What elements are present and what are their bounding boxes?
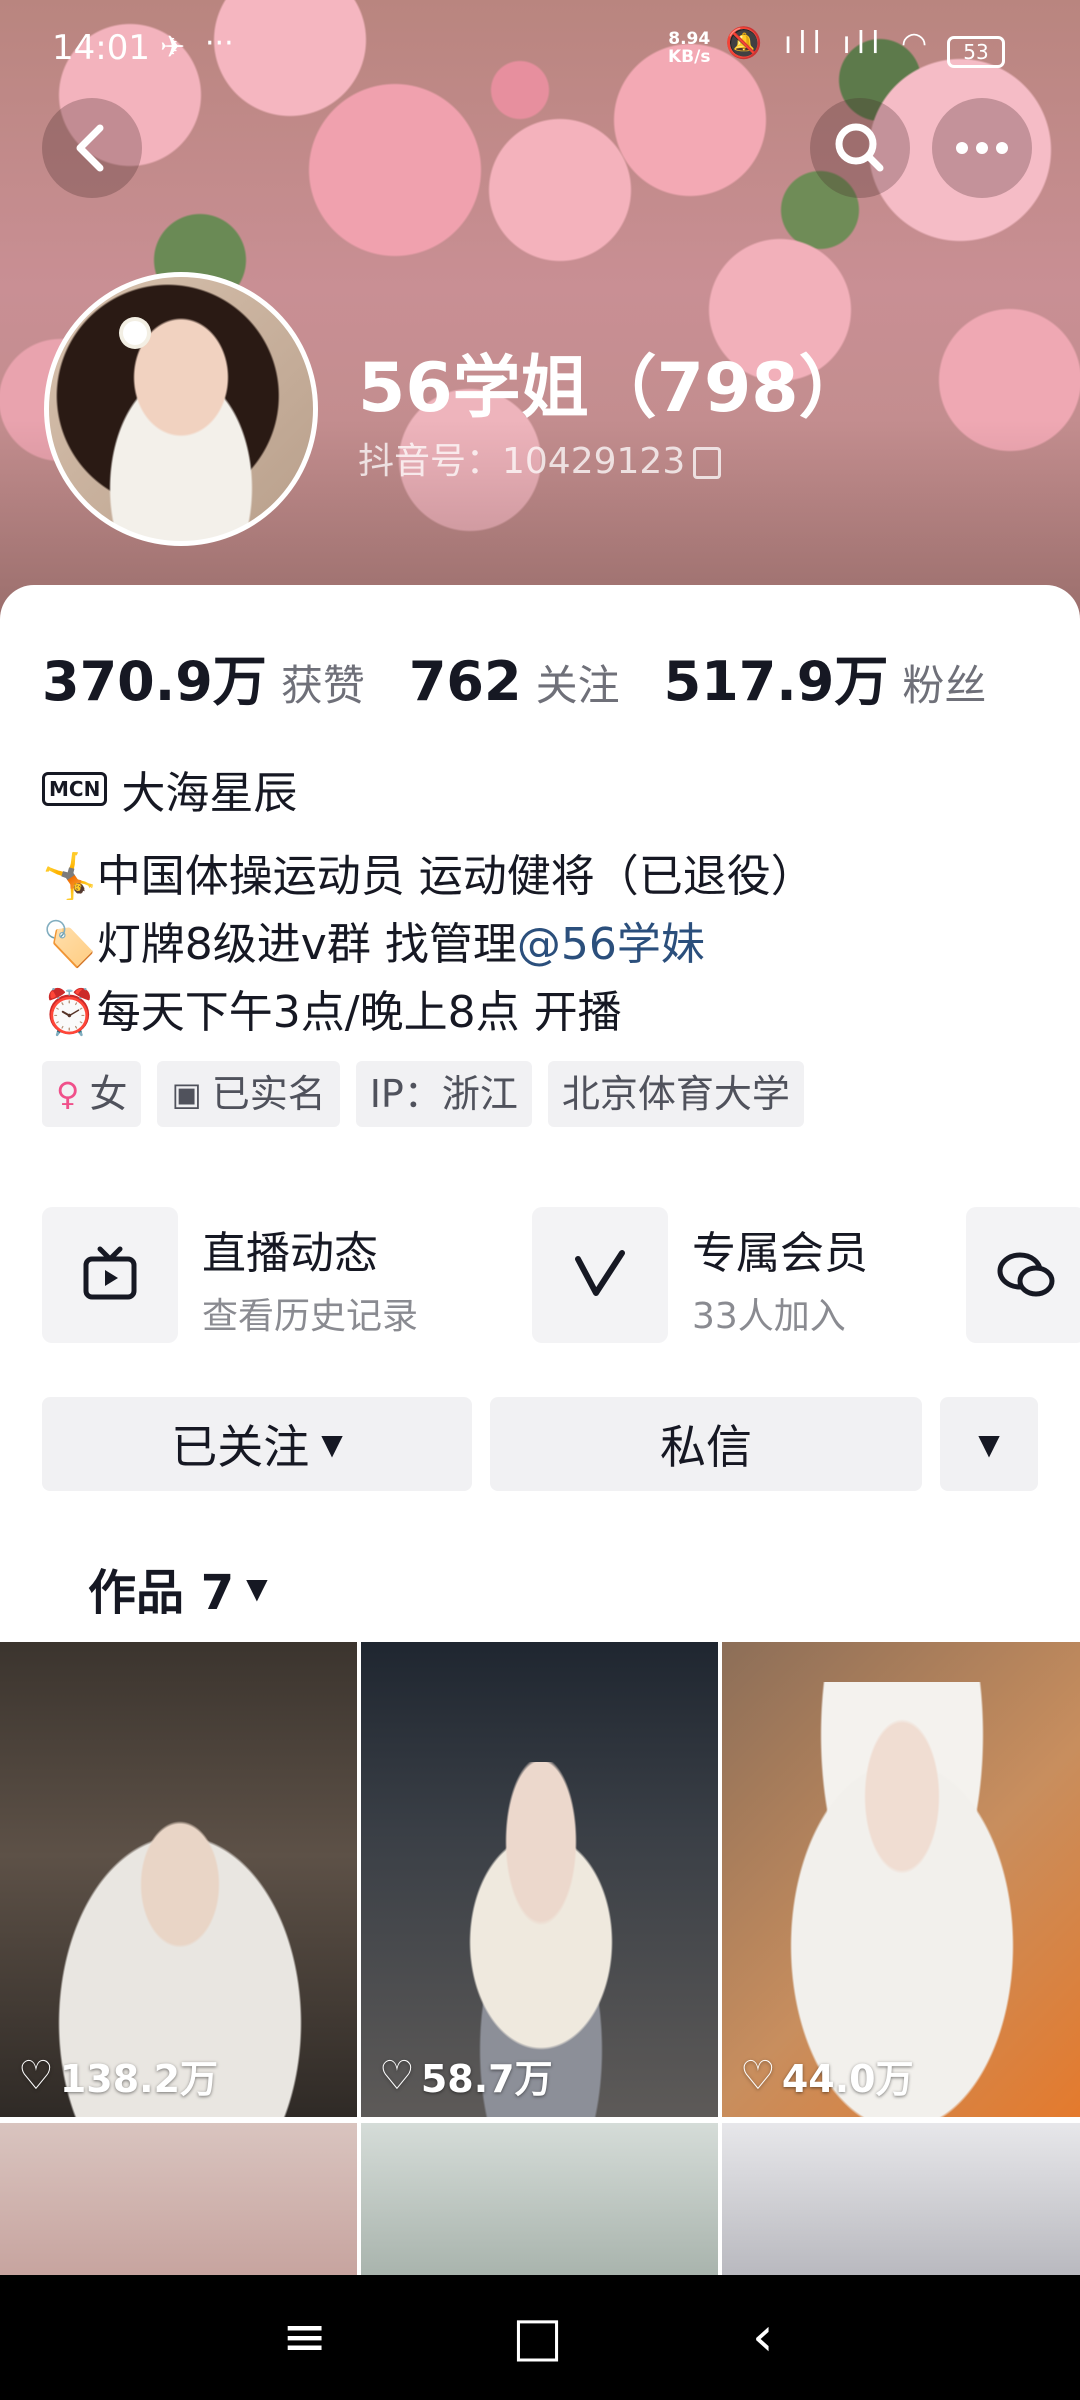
member-subtitle: 33人加入 [692,1296,846,1337]
more-options-button[interactable]: ▼ [940,1397,1038,1491]
status-bar: 14:01 ✈︎ ··· 8.94 KB/s 🔕 ıll ıll ◠ 53 [0,0,1080,100]
works-label: 作品 7 [88,1565,235,1621]
more-button[interactable] [932,98,1032,198]
likes-value: 58.7万 [420,2057,553,2101]
feature-entries: 直播动态 查看历史记录 专属会员 33人加入 [42,1207,1080,1347]
heart-icon: ♡ [379,2052,415,2099]
hair-flower-decoration [123,321,147,345]
copy-icon[interactable] [693,447,722,479]
back-chevron-icon[interactable]: ‹ [752,2305,774,2368]
following-label: 关注 [535,661,620,710]
followed-button[interactable]: 已关注 ▼ [42,1397,472,1491]
video-thumbnail[interactable]: ♡ 138.2万 [0,1642,357,2117]
bio-line-3-text: 每天下午3点/晚上8点 开播 [96,987,622,1038]
live-tv-icon [42,1207,178,1343]
heart-icon: ♡ [18,2052,54,2099]
video-likes: ♡ 44.0万 [740,2048,914,2103]
video-likes: ♡ 58.7万 [379,2048,553,2103]
caret-down-icon: ▼ [246,1571,268,1605]
following-count[interactable]: 762 [409,650,522,713]
live-subtitle: 查看历史记录 [202,1296,419,1337]
system-navigation-bar: ≡ □ ‹ [0,2275,1080,2400]
notification-dots-icon: ··· [205,26,234,61]
live-history-entry[interactable]: 直播动态 查看历史记录 [42,1207,418,1347]
likes-count[interactable]: 370.9万 [42,637,267,716]
mcn-name: 大海星辰 [121,768,298,819]
works-tab[interactable]: 作品 7 ▼ [88,1553,268,1623]
search-icon [835,123,884,172]
ip-tag: IP：浙江 [355,1061,532,1127]
carrier-icon: ✈︎ [160,30,186,65]
net-speed-unit: KB/s [668,47,711,67]
back-arrow-icon [76,124,104,172]
alarm-clock-icon: ⏰ [42,987,97,1038]
profile-name: 56学姐（798） [358,349,867,428]
video-thumbnail[interactable] [722,2123,1080,2275]
school-tag[interactable]: 北京体育大学 [547,1061,804,1127]
followed-label: 已关注 [171,1420,310,1474]
chat-bubble-icon [966,1207,1080,1343]
group-chat-entry[interactable] [966,1207,1080,1347]
video-thumbnail[interactable]: ♡ 58.7万 [361,1642,718,2117]
video-thumbnail[interactable]: ♡ 44.0万 [722,1642,1080,2117]
douyin-id-text: 抖音号：10429123 [358,441,686,482]
bio: 🤸中国体操运动员 运动健将（已退役） 🏷️灯牌8级进v群 找管理@56学妹 ⏰每… [42,843,815,1047]
mention-link[interactable]: @56学妹 [517,919,705,970]
verified-tag: ▣ 已实名 [157,1061,340,1127]
status-time: 14:01 [52,28,150,68]
followers-count[interactable]: 517.9万 [664,637,889,716]
heart-icon: ♡ [740,2052,776,2099]
battery-icon: 53 [947,36,1005,68]
vip-v-icon [532,1207,668,1343]
id-card-icon: ▣ [171,1075,202,1113]
douyin-id[interactable]: 抖音号：10429123 [358,432,722,484]
video-likes: ♡ 138.2万 [18,2048,218,2103]
followers-label: 粉丝 [902,661,987,710]
verified-text: 已实名 [211,1072,326,1116]
avatar[interactable] [44,272,318,546]
caret-down-icon: ▼ [321,1427,343,1461]
likes-label: 获赞 [280,661,365,710]
live-title: 直播动态 [202,1228,378,1279]
video-thumbnail[interactable] [0,2123,357,2275]
caret-down-icon: ▼ [978,1427,1000,1461]
female-icon: ♀ [56,1075,80,1113]
video-thumbnail[interactable] [361,2123,718,2275]
net-speed-value: 8.94 [668,29,711,49]
back-button[interactable] [42,98,142,198]
bio-line-3: ⏰每天下午3点/晚上8点 开播 [42,979,815,1047]
member-title: 专属会员 [692,1228,868,1279]
likes-value: 138.2万 [59,2057,219,2101]
net-speed: 8.94 KB/s [668,30,710,66]
message-button[interactable]: 私信 [490,1397,922,1491]
profile-tags: ♀ 女 ▣ 已实名 IP：浙江 北京体育大学 [42,1061,820,1127]
stats-row: 370.9万 获赞 762 关注 517.9万 粉丝 [42,637,986,716]
tag-icon: 🏷️ [42,919,97,970]
member-entry[interactable]: 专属会员 33人加入 [532,1207,868,1347]
bio-line-2: 🏷️灯牌8级进v群 找管理@56学妹 [42,911,815,979]
mcn-row[interactable]: MCN 大海星辰 [42,757,297,821]
mcn-icon: MCN [42,772,108,806]
gender-text: 女 [89,1072,128,1116]
home-square-icon[interactable]: □ [512,2305,563,2368]
bio-line-2-text: 灯牌8级进v群 找管理 [96,919,517,970]
menu-icon[interactable]: ≡ [282,2305,327,2368]
bio-line-1: 🤸中国体操运动员 运动健将（已退役） [42,843,815,911]
gender-tag: ♀ 女 [42,1061,142,1127]
gymnast-icon: 🤸 [42,851,97,902]
signal-icons: 🔕 ıll ıll ◠ [725,26,934,61]
likes-value: 44.0万 [781,2057,914,2101]
more-dots-icon [956,142,1008,154]
search-button[interactable] [810,98,910,198]
bio-line-1-text: 中国体操运动员 运动健将（已退役） [96,851,815,902]
